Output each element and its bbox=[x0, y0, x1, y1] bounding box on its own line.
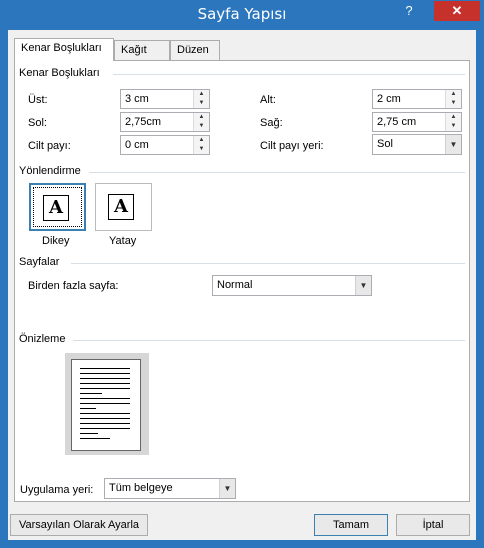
preview-section-title: Önizleme bbox=[19, 333, 66, 345]
multiple-pages-select[interactable]: Normal ▼ bbox=[212, 275, 372, 296]
title-bar[interactable]: Sayfa Yapısı ? ✕ bbox=[0, 0, 484, 30]
top-margin-stepper[interactable]: 3 cm ▲ ▼ bbox=[120, 89, 210, 109]
spin-down-icon[interactable]: ▼ bbox=[194, 145, 209, 154]
spin-down-icon[interactable]: ▼ bbox=[446, 99, 461, 108]
landscape-label: Yatay bbox=[109, 235, 137, 247]
landscape-page-icon: A bbox=[108, 194, 134, 220]
tab-paper[interactable]: Kağıt bbox=[114, 40, 170, 60]
pages-section-title: Sayfalar bbox=[19, 256, 60, 268]
right-margin-value: 2,75 cm bbox=[377, 116, 417, 128]
tab-panel-margins: Kenar Boşlukları Üst: 3 cm ▲ ▼ Alt: 2 cm … bbox=[14, 60, 470, 502]
spin-down-icon[interactable]: ▼ bbox=[446, 122, 461, 131]
left-margin-label: Sol: bbox=[28, 117, 47, 129]
pages-divider bbox=[71, 263, 465, 264]
orientation-section-title: Yönlendirme bbox=[19, 165, 81, 177]
right-margin-stepper[interactable]: 2,75 cm ▲ ▼ bbox=[372, 112, 462, 132]
gutter-label: Cilt payı: bbox=[28, 140, 71, 152]
top-margin-label: Üst: bbox=[28, 94, 48, 106]
portrait-button[interactable]: A bbox=[29, 183, 86, 231]
apply-to-value: Tüm belgeye bbox=[109, 482, 173, 494]
gutter-value: 0 cm bbox=[125, 139, 149, 151]
set-as-default-button[interactable]: Varsayılan Olarak Ayarla bbox=[10, 514, 148, 536]
dialog-window: Sayfa Yapısı ? ✕ Kenar Boşlukları Kağıt … bbox=[0, 0, 484, 548]
bottom-margin-label: Alt: bbox=[260, 94, 276, 106]
preview-page bbox=[71, 359, 141, 451]
tab-margins[interactable]: Kenar Boşlukları bbox=[14, 38, 114, 61]
margins-section-title: Kenar Boşlukları bbox=[19, 67, 100, 79]
left-margin-value: 2,75cm bbox=[125, 116, 162, 128]
gutter-stepper[interactable]: 0 cm ▲ ▼ bbox=[120, 135, 210, 155]
preview-divider bbox=[73, 340, 465, 341]
spin-down-icon[interactable]: ▼ bbox=[194, 99, 209, 108]
close-button[interactable]: ✕ bbox=[434, 1, 480, 21]
apply-to-select[interactable]: Tüm belgeye ▼ bbox=[104, 478, 236, 499]
chevron-down-icon[interactable]: ▼ bbox=[445, 135, 461, 154]
spin-up-icon[interactable]: ▲ bbox=[446, 113, 461, 122]
chevron-down-icon[interactable]: ▼ bbox=[355, 276, 371, 295]
left-margin-stepper[interactable]: 2,75cm ▲ ▼ bbox=[120, 112, 210, 132]
portrait-page-icon: A bbox=[43, 195, 69, 221]
margins-divider bbox=[113, 74, 465, 75]
multiple-pages-label: Birden fazla sayfa: bbox=[28, 280, 119, 292]
dialog-client: Kenar Boşlukları Kağıt Düzen Kenar Boşlu… bbox=[8, 30, 476, 540]
tab-layout[interactable]: Düzen bbox=[170, 40, 220, 60]
help-button[interactable]: ? bbox=[398, 2, 420, 22]
spin-up-icon[interactable]: ▲ bbox=[194, 113, 209, 122]
gutter-position-label: Cilt payı yeri: bbox=[260, 140, 324, 152]
ok-button[interactable]: Tamam bbox=[314, 514, 388, 536]
spin-down-icon[interactable]: ▼ bbox=[194, 122, 209, 131]
cancel-button[interactable]: İptal bbox=[396, 514, 470, 536]
chevron-down-icon[interactable]: ▼ bbox=[219, 479, 235, 498]
spin-up-icon[interactable]: ▲ bbox=[194, 90, 209, 99]
multiple-pages-value: Normal bbox=[217, 279, 253, 291]
portrait-label: Dikey bbox=[42, 235, 70, 247]
page-preview bbox=[65, 353, 149, 455]
landscape-button[interactable]: A bbox=[95, 183, 152, 231]
bottom-margin-value: 2 cm bbox=[377, 93, 401, 105]
gutter-position-value: Sol bbox=[377, 138, 393, 150]
spin-up-icon[interactable]: ▲ bbox=[446, 90, 461, 99]
right-margin-label: Sağ: bbox=[260, 117, 283, 129]
spin-up-icon[interactable]: ▲ bbox=[194, 136, 209, 145]
top-margin-value: 3 cm bbox=[125, 93, 149, 105]
apply-to-label: Uygulama yeri: bbox=[20, 484, 94, 496]
orientation-divider bbox=[89, 172, 465, 173]
gutter-position-select[interactable]: Sol ▼ bbox=[372, 134, 462, 155]
bottom-margin-stepper[interactable]: 2 cm ▲ ▼ bbox=[372, 89, 462, 109]
